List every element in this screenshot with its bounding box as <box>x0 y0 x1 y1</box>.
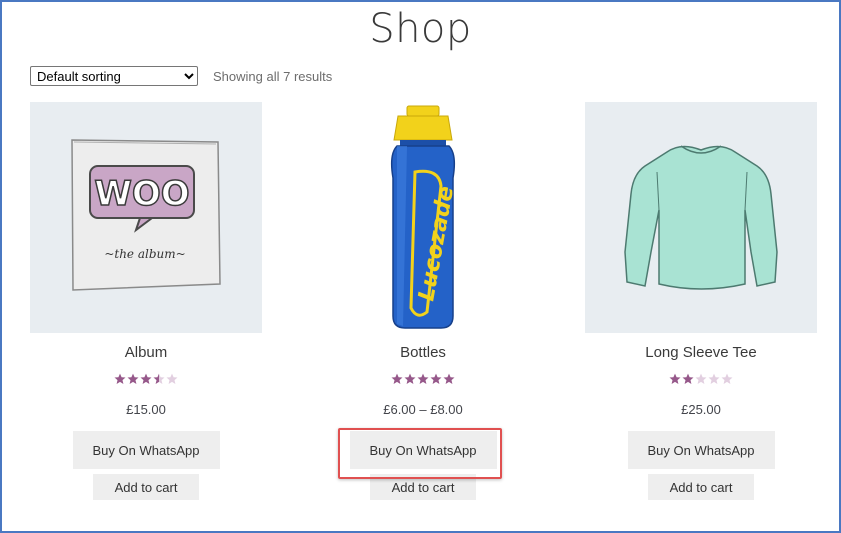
star-icon <box>695 373 707 384</box>
star-icon <box>153 373 165 384</box>
product-card-long-sleeve-tee: Long Sleeve Tee £25.00 Buy On WhatsApp A… <box>585 102 817 500</box>
star-icon <box>430 373 442 384</box>
star-icon <box>391 373 403 384</box>
shop-toolbar: Default sorting Showing all 7 results <box>30 66 332 86</box>
star-rating <box>114 373 178 389</box>
star-icon <box>166 373 178 384</box>
star-icon <box>417 373 429 384</box>
bottle-illustration: Lucozade <box>390 105 459 329</box>
star-icon <box>140 373 152 384</box>
product-image-long-sleeve-tee[interactable] <box>585 102 817 333</box>
star-icon <box>443 373 455 384</box>
album-subtitle-text: ~the album~ <box>104 247 185 261</box>
product-card-bottles: Lucozade Bottles £6.00 – £8.00 Buy On Wh… <box>307 102 539 500</box>
star-rating <box>391 373 455 389</box>
result-count: Showing all 7 results <box>213 68 333 84</box>
page-title: Shop <box>369 6 472 52</box>
product-title[interactable]: Bottles <box>400 343 446 363</box>
product-title[interactable]: Album <box>125 343 168 363</box>
sort-select[interactable]: Default sorting <box>30 66 198 86</box>
add-to-cart-button[interactable]: Add to cart <box>93 474 199 500</box>
product-image-bottles[interactable]: Lucozade <box>307 102 539 333</box>
product-image-album[interactable]: WOO ~the album~ <box>30 102 262 333</box>
star-icon <box>669 373 681 384</box>
star-icon <box>721 373 733 384</box>
product-price: £6.00 – £8.00 <box>383 402 463 417</box>
star-icon <box>404 373 416 384</box>
album-cover-illustration: WOO ~the album~ <box>71 139 221 291</box>
buy-on-whatsapp-button[interactable]: Buy On WhatsApp <box>349 431 497 469</box>
add-to-cart-button[interactable]: Add to cart <box>648 474 754 500</box>
album-woo-text: WOO <box>94 174 189 214</box>
star-rating <box>669 373 733 389</box>
product-price: £15.00 <box>126 402 166 417</box>
star-icon <box>114 373 126 384</box>
tee-illustration <box>624 145 778 290</box>
buy-on-whatsapp-button[interactable]: Buy On WhatsApp <box>627 431 775 469</box>
product-card-album: WOO ~the album~ Album £15.00 Buy On What… <box>30 102 262 500</box>
star-icon <box>127 373 139 384</box>
star-icon <box>708 373 720 384</box>
add-to-cart-button[interactable]: Add to cart <box>370 474 476 500</box>
buy-on-whatsapp-button[interactable]: Buy On WhatsApp <box>72 431 220 469</box>
star-icon <box>682 373 694 384</box>
product-price: £25.00 <box>681 402 721 417</box>
product-title[interactable]: Long Sleeve Tee <box>645 343 756 363</box>
